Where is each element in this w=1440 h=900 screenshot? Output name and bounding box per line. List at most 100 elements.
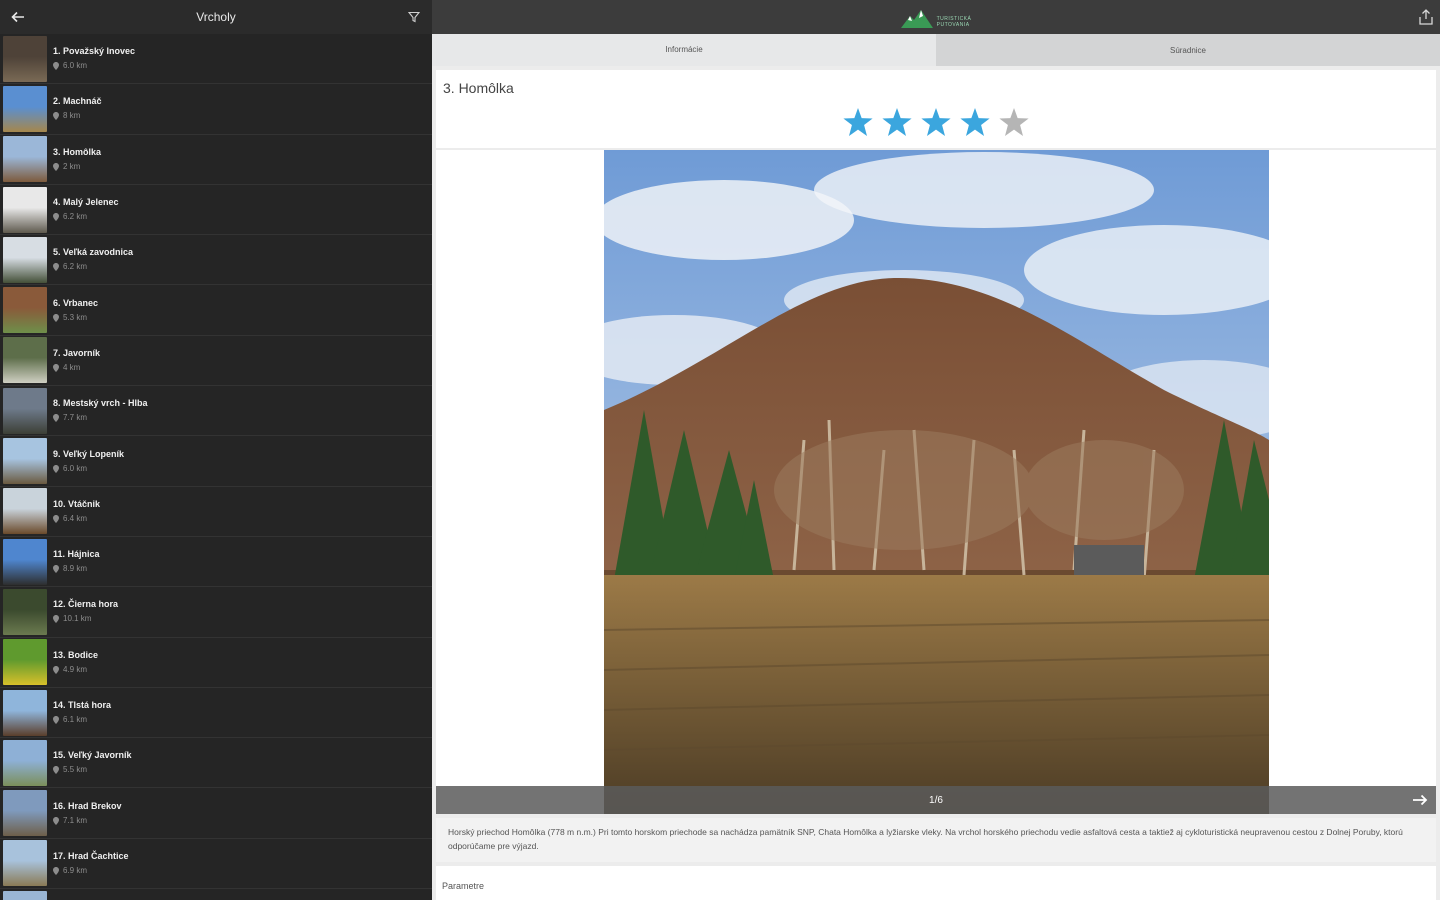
peak-distance: 4 km (63, 362, 81, 372)
list-item[interactable]: 5. Veľká zavodnica 6.2 km (0, 235, 432, 286)
peak-distance-row: 8.9 km (53, 563, 100, 575)
detail-tabs: Informácie Súradnice (432, 34, 1440, 66)
peak-thumbnail (3, 236, 47, 283)
peak-distance-row: 6.9 km (53, 865, 129, 877)
star-filled-icon[interactable] (960, 108, 990, 141)
peak-thumbnail (3, 136, 47, 183)
filter-icon[interactable] (406, 9, 422, 25)
peak-name: 14. Tlstá hora (53, 700, 112, 710)
list-item[interactable] (0, 889, 432, 900)
list-item[interactable]: 10. Vtáčnik 6.4 km (0, 487, 432, 537)
peak-name: 11. Hájnica (53, 549, 100, 560)
list-item-text: 13. Bodice 4.9 km (53, 649, 98, 676)
parameters-heading: Parametre (442, 881, 485, 891)
parameters-card[interactable]: Parametre (436, 866, 1436, 900)
list-item[interactable]: 16. Hrad Brekov 7.1 km (0, 788, 432, 839)
peak-distance: 6.2 km (63, 262, 88, 272)
peak-thumbnail (3, 488, 47, 535)
photo-counter: 1/6 (929, 794, 943, 806)
list-item[interactable]: 6. Vrbanec 5.3 km (0, 285, 432, 336)
photo-gallery[interactable]: 1/6 (436, 150, 1436, 814)
peak-distance: 6.4 km (63, 513, 88, 523)
location-pin-icon (53, 866, 59, 875)
list-item[interactable]: 14. Tlstá hora 6.1 km (0, 688, 432, 739)
peak-photo (604, 150, 1269, 814)
peak-name: 7. Javorník (53, 347, 101, 358)
peak-name: 10. Vtáčnik (53, 498, 101, 509)
tab-information[interactable]: Informácie (432, 34, 936, 66)
star-filled-icon[interactable] (921, 108, 951, 141)
peak-distance: 5.5 km (63, 765, 88, 775)
list-item-text: 11. Hájnica 8.9 km (53, 548, 100, 575)
peak-thumbnail (3, 588, 47, 635)
star-filled-icon[interactable] (843, 108, 873, 141)
peak-name: 5. Veľká zavodnica (53, 247, 134, 258)
logo-text: TURISTICKÁ PUTOVANIA (936, 16, 972, 28)
peak-thumbnail (3, 689, 47, 736)
app-logo: TURISTICKÁ PUTOVANIA (900, 6, 972, 28)
peak-name: 15. Veľký Javorník (53, 750, 132, 761)
peak-name: 17. Hrad Čachtice (53, 850, 129, 861)
sidebar-header: Vrcholy (0, 0, 432, 34)
list-item[interactable]: 11. Hájnica 8.9 km (0, 537, 432, 588)
peaks-sidebar: Vrcholy 1. Považský Inovec 6.0 km 2. Machn… (0, 0, 432, 900)
list-item[interactable]: 3. Homôlka 2 km (0, 135, 432, 185)
peak-name: 9. Veľký Lopeník (53, 448, 124, 459)
list-item-text: 8. Mestský vrch - Hlba 7.7 km (53, 397, 148, 424)
share-icon[interactable] (1418, 9, 1434, 30)
peak-distance-row: 5.5 km (53, 764, 132, 776)
list-item[interactable]: 8. Mestský vrch - Hlba 7.7 km (0, 386, 432, 437)
peak-thumbnail (3, 538, 47, 585)
list-item[interactable]: 13. Bodice 4.9 km (0, 638, 432, 688)
peak-thumbnail (3, 35, 47, 82)
list-item[interactable]: 2. Machnáč 8 km (0, 84, 432, 135)
star-filled-icon[interactable] (882, 108, 912, 141)
back-arrow-icon[interactable] (10, 9, 26, 25)
peak-name: 1. Považský Inovec (53, 46, 136, 57)
peak-distance-row: 4.9 km (53, 664, 98, 676)
peak-distance-row: 7.7 km (53, 412, 148, 424)
location-pin-icon (53, 816, 59, 825)
list-item-text: 4. Malý Jelenec 6.2 km (53, 196, 119, 223)
list-item-text: 12. Čierna hora 10.1 km (53, 598, 118, 625)
peak-title: 3. Homôlka (443, 80, 514, 96)
location-pin-icon (53, 112, 59, 121)
location-pin-icon (53, 615, 59, 624)
peak-thumbnail (3, 287, 47, 334)
list-item-text: 7. Javorník 4 km (53, 347, 100, 374)
peak-distance-row: 5.3 km (53, 312, 98, 324)
next-arrow-icon[interactable] (1412, 792, 1428, 813)
list-item[interactable]: 7. Javorník 4 km (0, 336, 432, 387)
peak-distance-row: 10.1 km (53, 613, 118, 625)
location-pin-icon (53, 162, 59, 171)
peak-distance-row: 2 km (53, 161, 101, 173)
location-pin-icon (53, 213, 59, 222)
tab-coordinates[interactable]: Súradnice (936, 34, 1440, 66)
list-item[interactable]: 17. Hrad Čachtice 6.9 km (0, 839, 432, 890)
peak-description: Horský priechod Homôlka (778 m n.m.) Pri… (448, 827, 1403, 851)
location-pin-icon (53, 464, 59, 473)
peak-name: 13. Bodice (53, 649, 99, 660)
sidebar-title: Vrcholy (196, 10, 236, 24)
star-empty-icon[interactable] (999, 108, 1029, 141)
list-item-text: 14. Tlstá hora 6.1 km (53, 699, 111, 726)
list-item[interactable]: 9. Veľký Lopeník 6.0 km (0, 436, 432, 487)
list-item[interactable]: 1. Považský Inovec 6.0 km (0, 34, 432, 85)
peak-distance-row: 6.0 km (53, 60, 135, 72)
peak-distance: 6.9 km (63, 865, 88, 875)
peak-name: 16. Hrad Brekov (53, 800, 122, 811)
list-item-text: 5. Veľká zavodnica 6.2 km (53, 246, 133, 273)
peaks-list: 1. Považský Inovec 6.0 km 2. Machnáč 8 km 3.… (0, 34, 432, 900)
peak-thumbnail (3, 739, 47, 786)
peak-distance: 6.0 km (63, 61, 88, 71)
location-pin-icon (53, 263, 59, 272)
peak-thumbnail (3, 186, 47, 233)
list-item[interactable]: 12. Čierna hora 10.1 km (0, 587, 432, 638)
list-item[interactable]: 4. Malý Jelenec 6.2 km (0, 185, 432, 236)
list-item[interactable]: 15. Veľký Javorník 5.5 km (0, 738, 432, 789)
peak-name: 8. Mestský vrch - Hlba (53, 398, 148, 409)
peak-distance-row: 4 km (53, 362, 100, 374)
peak-distance-row: 6.2 km (53, 261, 133, 273)
peak-distance: 8.9 km (63, 564, 88, 574)
peak-distance-row: 7.1 km (53, 815, 122, 827)
